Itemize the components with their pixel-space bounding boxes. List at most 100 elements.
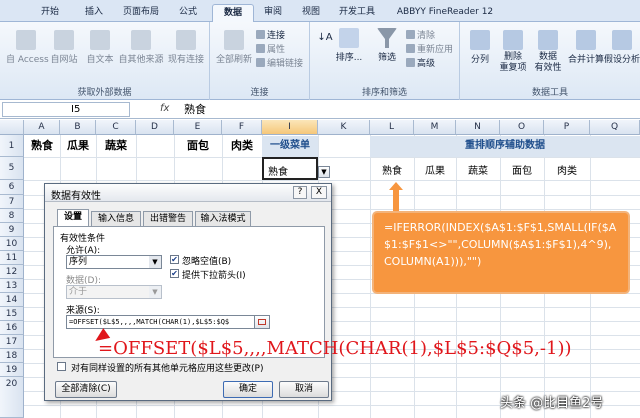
- row-header[interactable]: 20: [0, 377, 24, 418]
- filter-button[interactable]: 筛选: [372, 28, 402, 63]
- row-header[interactable]: 16: [0, 321, 24, 335]
- select-all[interactable]: [0, 120, 24, 135]
- cancel-button[interactable]: 取消: [279, 381, 329, 398]
- col-header[interactable]: F: [222, 120, 262, 135]
- group-sort-filter: ↓A 排序... 筛选 清除 重新应用 高级 排序和筛选: [310, 22, 460, 100]
- helper-data-header[interactable]: 重排顺序辅助数据: [370, 136, 640, 157]
- apply-all-label: 对有同样设置的所有其他单元格应用这些更改(P): [71, 364, 264, 374]
- row-header[interactable]: 15: [0, 307, 24, 321]
- from-web-button[interactable]: 自网站: [46, 30, 82, 65]
- reapply-button[interactable]: 重新应用: [406, 42, 453, 55]
- col-header[interactable]: Q: [590, 120, 640, 135]
- remove-duplicates-button[interactable]: 删除 重复项: [496, 30, 530, 74]
- tab-error-alert[interactable]: 出错警告: [143, 211, 193, 226]
- row-header[interactable]: 9: [0, 223, 24, 237]
- tab-view[interactable]: 视图: [294, 4, 328, 22]
- cell-n5[interactable]: 蔬菜: [456, 162, 500, 177]
- cell-o5[interactable]: 面包: [500, 162, 544, 177]
- tab-review[interactable]: 审阅: [256, 4, 290, 22]
- text-to-columns-button[interactable]: 分列: [464, 30, 496, 65]
- row-header[interactable]: 18: [0, 349, 24, 363]
- allow-select[interactable]: 序列 ▼: [66, 255, 162, 269]
- sort-az-button[interactable]: ↓A: [316, 32, 334, 43]
- refresh-all-button[interactable]: 全部刷新: [214, 30, 254, 65]
- row-header[interactable]: 14: [0, 293, 24, 307]
- help-icon[interactable]: ?: [293, 186, 307, 199]
- row-header[interactable]: 6: [0, 180, 24, 195]
- col-header[interactable]: B: [60, 120, 96, 135]
- what-if-button[interactable]: 假设分析: [604, 30, 640, 65]
- cell-f1[interactable]: 肉类: [222, 137, 262, 153]
- cell-i1-header[interactable]: 一级菜单: [262, 136, 318, 157]
- clear-all-button[interactable]: 全部清除(C): [55, 381, 117, 398]
- cell-p5[interactable]: 肉类: [544, 162, 590, 177]
- existing-connections-button[interactable]: 现有连接: [164, 30, 208, 65]
- source-input[interactable]: =OFFSET($L$5,,,,MATCH(CHAR(1),$L$5:$Q$: [66, 315, 256, 329]
- formula-input[interactable]: 熟食: [184, 102, 636, 117]
- from-other-button[interactable]: 自其他来源: [118, 30, 164, 65]
- tab-insert[interactable]: 插入: [76, 4, 112, 22]
- fx-icon[interactable]: fx: [160, 103, 169, 114]
- data-validation-button[interactable]: 数据 有效性: [530, 30, 566, 74]
- advanced-button[interactable]: 高级: [406, 56, 435, 69]
- col-header[interactable]: M: [414, 120, 456, 135]
- row-header[interactable]: 19: [0, 363, 24, 377]
- row-header[interactable]: 13: [0, 279, 24, 293]
- from-text-button[interactable]: 自文本: [82, 30, 118, 65]
- close-icon[interactable]: X: [311, 186, 327, 199]
- col-header[interactable]: A: [24, 120, 60, 135]
- consolidate-button[interactable]: 合并计算: [566, 30, 606, 65]
- col-header[interactable]: L: [370, 120, 414, 135]
- edit-links-button[interactable]: 编辑链接: [256, 56, 303, 69]
- row-header[interactable]: 10: [0, 237, 24, 251]
- tab-page-layout[interactable]: 页面布局: [116, 4, 166, 22]
- tab-abbyy[interactable]: ABBYY FineReader 12: [390, 4, 500, 22]
- row-header[interactable]: 5: [0, 157, 24, 180]
- tab-home[interactable]: 开始: [30, 4, 70, 22]
- col-header[interactable]: N: [456, 120, 500, 135]
- connections-button[interactable]: 连接: [256, 28, 285, 41]
- cell-a1[interactable]: 熟食: [24, 137, 60, 153]
- cell-b1[interactable]: 瓜果: [60, 137, 96, 153]
- data-select[interactable]: 介于 ▼: [66, 285, 162, 299]
- col-header[interactable]: O: [500, 120, 544, 135]
- cell-c1[interactable]: 蔬菜: [96, 137, 136, 153]
- range-picker-icon[interactable]: [254, 315, 270, 329]
- remove-duplicates-icon: [503, 30, 523, 50]
- cell-e1[interactable]: 面包: [174, 137, 222, 153]
- col-header[interactable]: P: [544, 120, 590, 135]
- dialog-title-bar[interactable]: 数据有效性 ? X: [45, 184, 331, 202]
- col-header[interactable]: K: [318, 120, 370, 135]
- row-header[interactable]: 1: [0, 135, 24, 157]
- name-box[interactable]: I5: [2, 102, 130, 117]
- cell-m5[interactable]: 瓜果: [414, 162, 456, 177]
- ignore-blank-checkbox[interactable]: ✔: [170, 255, 179, 264]
- sort-button[interactable]: 排序...: [334, 28, 364, 63]
- tab-settings[interactable]: 设置: [57, 209, 89, 226]
- row-header[interactable]: 11: [0, 251, 24, 265]
- col-header-active[interactable]: I: [262, 120, 318, 135]
- row-header[interactable]: 8: [0, 209, 24, 223]
- cell-l5[interactable]: 熟食: [370, 162, 414, 177]
- row-header[interactable]: 7: [0, 195, 24, 209]
- tab-ime-mode[interactable]: 输入法模式: [195, 211, 251, 226]
- tab-data[interactable]: 数据: [212, 4, 254, 22]
- dropdown-checkbox[interactable]: ✔: [170, 269, 179, 278]
- col-header[interactable]: D: [136, 120, 174, 135]
- ok-button[interactable]: 确定: [223, 381, 273, 398]
- tab-input-message[interactable]: 输入信息: [91, 211, 141, 226]
- tab-formulas[interactable]: 公式: [170, 4, 206, 22]
- col-header[interactable]: E: [174, 120, 222, 135]
- cell-i5-active[interactable]: 熟食: [262, 157, 318, 180]
- row-header[interactable]: 12: [0, 265, 24, 279]
- clear-button[interactable]: 清除: [406, 28, 435, 41]
- col-header[interactable]: C: [96, 120, 136, 135]
- refresh-icon: [224, 30, 244, 50]
- dropdown-arrow-icon[interactable]: ▼: [318, 166, 330, 178]
- from-access-button[interactable]: 自 Access: [6, 30, 49, 65]
- tab-developer[interactable]: 开发工具: [334, 4, 380, 22]
- data-value: 介于: [69, 287, 88, 297]
- apply-all-checkbox[interactable]: [57, 362, 66, 371]
- properties-button[interactable]: 属性: [256, 42, 285, 55]
- row-header[interactable]: 17: [0, 335, 24, 349]
